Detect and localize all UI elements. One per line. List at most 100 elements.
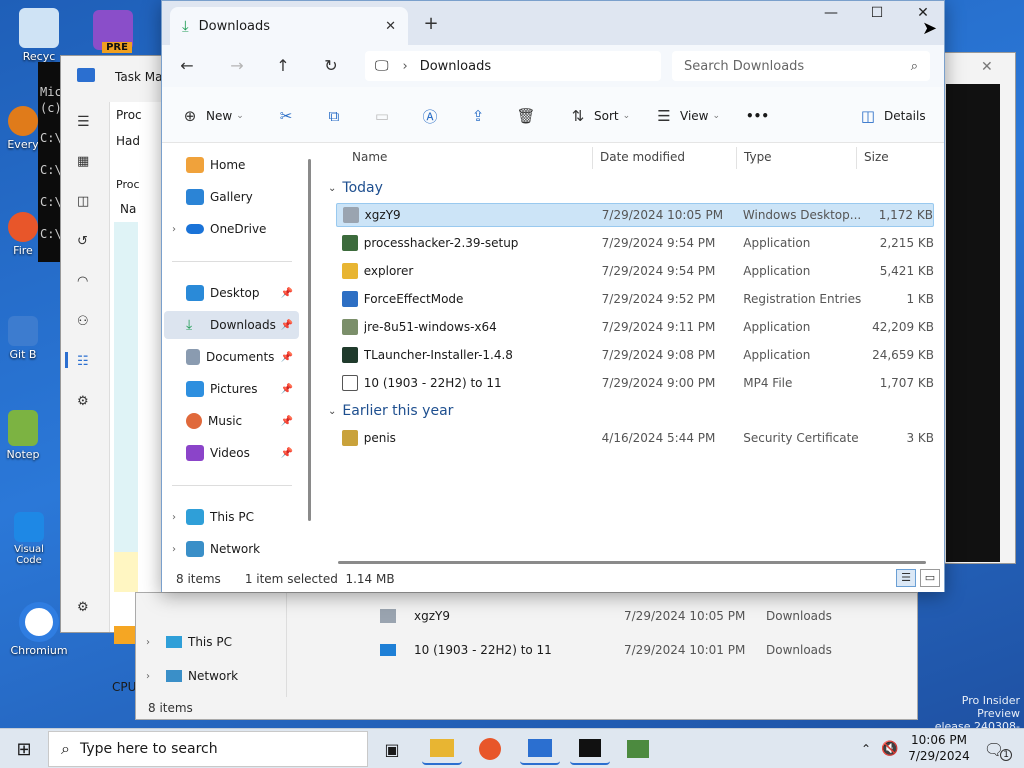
task-manager-icon [77, 68, 95, 82]
file-type: Application [743, 236, 811, 250]
notification-center-button[interactable]: 🗨 1 [978, 733, 1018, 765]
clock[interactable]: 10:06 PM 7/29/2024 [904, 732, 974, 764]
column-header-name[interactable]: Name [352, 143, 387, 171]
desktop-icon-vscode[interactable]: Visual Code [0, 512, 58, 566]
close-icon[interactable]: ✕ [981, 59, 993, 75]
more-options-button[interactable]: ••• [746, 105, 769, 127]
chevron-right-icon[interactable]: › [172, 512, 186, 523]
forward-button[interactable]: → [222, 53, 252, 79]
file-row[interactable]: 10 (1903 - 22H2) to 11 7/29/2024 9:00 PM… [336, 371, 934, 395]
minimize-button[interactable]: — [808, 5, 854, 29]
nav-item-pictures[interactable]: Pictures 📌 [164, 375, 299, 403]
cut-button[interactable]: ✂ [276, 105, 296, 127]
file-row[interactable]: penis 4/16/2024 5:44 PM Security Certifi… [336, 426, 934, 450]
maximize-button[interactable]: ☐ [854, 5, 900, 29]
nav-item-this-pc[interactable]: › This PC [164, 503, 299, 531]
nav-item-network[interactable]: › Network [164, 535, 299, 563]
column-header-type[interactable]: Type [744, 143, 772, 171]
nav-label: Desktop [210, 286, 260, 300]
details-view-toggle[interactable]: ☰ [896, 569, 916, 587]
breadcrumb-current[interactable]: Downloads [420, 59, 491, 74]
taskbar-task-manager[interactable] [520, 733, 560, 765]
taskbar-notepad-plus[interactable] [618, 733, 658, 765]
breadcrumb[interactable]: 🖵 › Downloads [365, 51, 661, 81]
up-button[interactable]: ↑ [268, 53, 298, 79]
file-name: penis [363, 431, 396, 445]
column-header-date[interactable]: Date modified [600, 143, 685, 171]
services-icon[interactable]: ⚙ [77, 394, 89, 409]
file-row[interactable]: processhacker-2.39-setup 7/29/2024 9:54 … [336, 231, 934, 255]
paste-button[interactable]: ▭ [372, 105, 392, 127]
group-header-today[interactable]: ⌄ Today [328, 177, 383, 199]
taskbar-file-explorer[interactable] [422, 733, 462, 765]
chevron-right-icon[interactable]: › [172, 224, 186, 235]
back-button[interactable]: ← [172, 53, 202, 79]
close-tab-icon[interactable]: ✕ [385, 19, 396, 34]
tiles-view-toggle[interactable]: ▭ [920, 569, 940, 587]
file-row[interactable]: ForceEffectMode 7/29/2024 9:52 PM Regist… [336, 287, 934, 311]
users-icon[interactable]: ⚇ [77, 314, 89, 329]
file-row[interactable]: TLauncher-Installer-1.4.8 7/29/2024 9:08… [336, 343, 934, 367]
status-selection: 1 item selected 1.14 MB [244, 571, 395, 586]
start-button[interactable]: ⊞ [4, 733, 44, 765]
sort-button[interactable]: ⇅ Sort ⌄ [568, 105, 630, 127]
column-label: Proc [116, 178, 140, 191]
file-row[interactable]: xgzY9 7/29/2024 10:05 PM Windows Desktop… [336, 203, 934, 227]
settings-icon[interactable]: ⚙ [77, 600, 89, 615]
search-input[interactable]: Search Downloads ⌕ [672, 51, 930, 81]
bg-nav-network[interactable]: › Network [146, 669, 238, 683]
nav-item-music[interactable]: Music 📌 [164, 407, 299, 435]
file-name: TLauncher-Installer-1.4.8 [363, 348, 513, 362]
taskbar-firefox[interactable] [470, 733, 510, 765]
file-explorer-window[interactable]: ⤓ Downloads ✕ + — ☐ ✕ ← → ↑ ↻ 🖵 › Downlo… [161, 0, 945, 592]
volume-button[interactable]: 🔇 [878, 733, 902, 765]
divider [172, 485, 292, 486]
nav-item-documents[interactable]: Documents 📌 [164, 343, 299, 371]
nav-item-desktop[interactable]: Desktop 📌 [164, 279, 299, 307]
desktop-icon-git-bash[interactable]: Git B [0, 316, 46, 361]
video-file-icon [380, 644, 396, 656]
startup-icon[interactable]: ◠ [77, 274, 88, 289]
file-row[interactable]: jre-8u51-windows-x64 7/29/2024 9:11 PM A… [336, 315, 934, 339]
divider [856, 147, 857, 169]
taskbar-search[interactable]: ⌕ Type here to search [48, 731, 368, 767]
file-row[interactable]: explorer 7/29/2024 9:54 PM Application 5… [336, 259, 934, 283]
hamburger-icon[interactable]: ☰ [77, 114, 90, 130]
share-button[interactable]: ⇪ [468, 105, 488, 127]
bg-explorer-window[interactable]: › This PC › Network xgzY9 7/29/2024 10:0… [135, 592, 918, 720]
new-tab-button[interactable]: + [420, 13, 442, 35]
taskbar-terminal[interactable] [570, 733, 610, 765]
chevron-right-icon[interactable]: › [172, 544, 186, 555]
performance-icon[interactable]: ◫ [77, 194, 89, 209]
task-view-button[interactable]: ▣ [372, 733, 412, 765]
bg-file-row[interactable]: 10 (1903 - 22H2) to 11 7/29/2024 10:01 P… [380, 643, 832, 657]
delete-button[interactable]: 🗑 [516, 105, 536, 127]
copy-button[interactable]: ⧉ [324, 105, 344, 127]
nav-item-videos[interactable]: Videos 📌 [164, 439, 299, 467]
desktop-icon-vs-preview[interactable]: PRE [88, 10, 138, 53]
view-button[interactable]: ☰ View ⌄ [654, 105, 720, 127]
show-hidden-icons[interactable]: ⌃ [856, 733, 876, 765]
horizontal-scrollbar[interactable] [338, 561, 926, 564]
details-icon[interactable]: ☷ [77, 354, 89, 369]
new-button[interactable]: ⊕ New ⌄ [180, 105, 244, 127]
history-icon[interactable]: ↺ [77, 234, 88, 249]
nav-item-gallery[interactable]: Gallery [164, 183, 299, 211]
tab-downloads[interactable]: ⤓ Downloads ✕ [170, 7, 408, 45]
desktop-icon-notepad[interactable]: Notep [0, 410, 46, 461]
details-pane-button[interactable]: ◫ Details [858, 105, 926, 127]
refresh-button[interactable]: ↻ [316, 53, 346, 79]
file-type: Application [743, 348, 811, 362]
nav-item-onedrive[interactable]: › OneDrive [164, 215, 299, 243]
rename-button[interactable]: Ⓐ [420, 105, 440, 127]
scissors-icon: ✂ [279, 107, 293, 125]
processes-icon[interactable]: ▦ [77, 154, 89, 169]
nav-item-downloads[interactable]: ⤓ Downloads 📌 [164, 311, 299, 339]
bg-file-row[interactable]: xgzY9 7/29/2024 10:05 PM Downloads [380, 609, 832, 623]
nav-scrollbar[interactable] [308, 159, 311, 521]
group-header-earlier-this-year[interactable]: ⌄ Earlier this year [328, 400, 453, 422]
nav-label: Music [208, 414, 243, 428]
column-header-size[interactable]: Size [864, 143, 889, 171]
nav-item-home[interactable]: Home [164, 151, 299, 179]
bg-nav-this-pc[interactable]: › This PC [146, 635, 232, 649]
